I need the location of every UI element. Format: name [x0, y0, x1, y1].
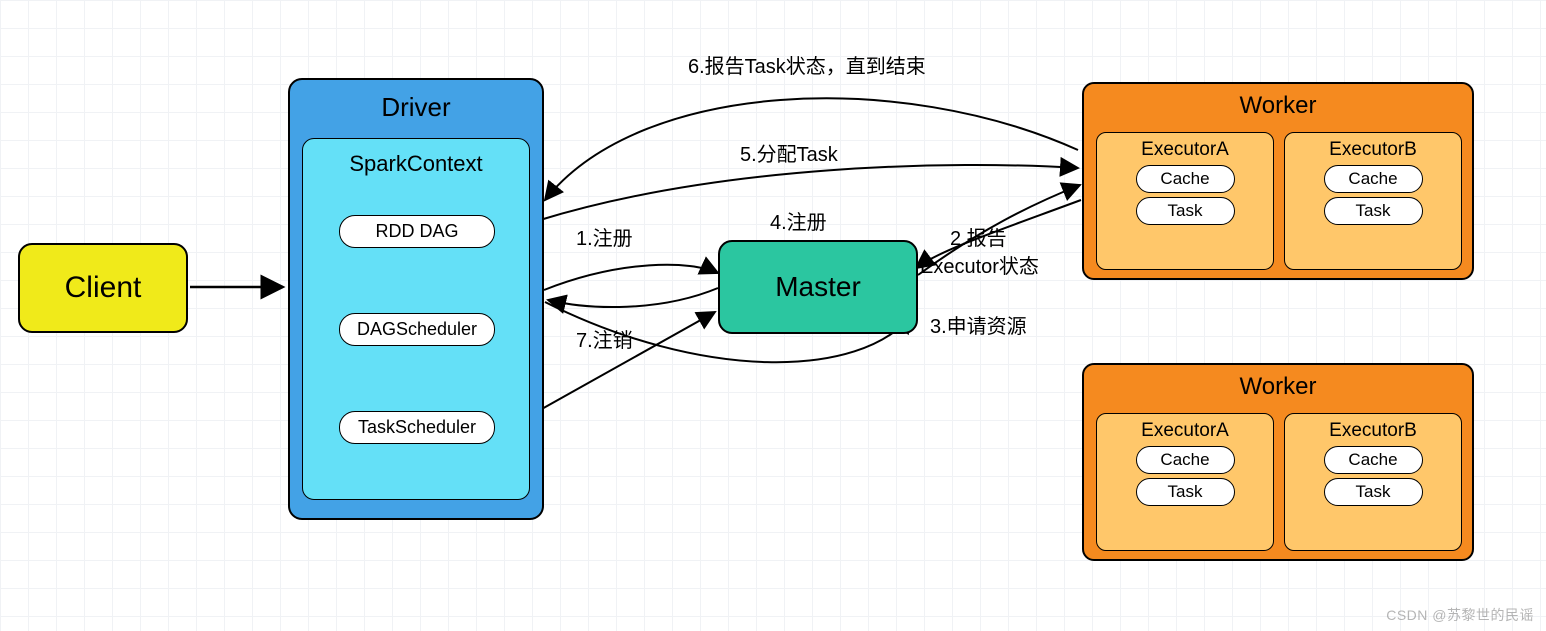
worker1-execA-cache: Cache	[1136, 165, 1235, 193]
arrow-1-register-back	[548, 288, 718, 307]
sparkcontext-box: SparkContext RDD DAG DAGScheduler TaskSc…	[302, 138, 530, 500]
edge7-label: 7.注销	[576, 324, 633, 353]
driver-title: Driver	[290, 92, 542, 123]
master-box: Master	[718, 240, 918, 334]
worker2-execB-cache: Cache	[1324, 446, 1423, 474]
edge3-label: 3.申请资源	[930, 310, 1027, 339]
client-label: Client	[65, 271, 142, 305]
driver-box: Driver SparkContext RDD DAG DAGScheduler…	[288, 78, 544, 520]
worker1-box: Worker ExecutorA Cache Task ExecutorB Ca…	[1082, 82, 1474, 280]
client-box: Client	[18, 243, 188, 333]
arrow-1-register	[544, 265, 718, 290]
edge2b-label: Executor状态	[920, 250, 1039, 279]
taskscheduler-pill: TaskScheduler	[339, 411, 495, 444]
worker2-title: Worker	[1084, 373, 1472, 401]
worker1-execA-task: Task	[1136, 197, 1235, 225]
worker2-execB: ExecutorB Cache Task	[1284, 413, 1462, 551]
worker2-execB-title: ExecutorB	[1285, 420, 1461, 442]
master-label: Master	[775, 271, 861, 303]
rdddag-pill: RDD DAG	[339, 215, 495, 248]
watermark: CSDN @苏黎世的民谣	[1386, 605, 1534, 625]
worker1-title: Worker	[1084, 92, 1472, 120]
dagscheduler-pill: DAGScheduler	[339, 313, 495, 346]
worker1-execA-title: ExecutorA	[1097, 139, 1273, 161]
worker1-execB: ExecutorB Cache Task	[1284, 132, 1462, 270]
worker2-execB-task: Task	[1324, 478, 1423, 506]
edge1-label: 1.注册	[576, 222, 633, 251]
worker1-execA: ExecutorA Cache Task	[1096, 132, 1274, 270]
edge4-label: 4.注册	[770, 206, 827, 235]
worker2-box: Worker ExecutorA Cache Task ExecutorB Ca…	[1082, 363, 1474, 561]
worker1-execB-task: Task	[1324, 197, 1423, 225]
worker2-execA-cache: Cache	[1136, 446, 1235, 474]
edge2a-label: 2.报告	[950, 222, 1007, 251]
worker2-execA-task: Task	[1136, 478, 1235, 506]
worker1-execB-title: ExecutorB	[1285, 139, 1461, 161]
edge5-label: 5.分配Task	[740, 138, 838, 167]
edge6-label: 6.报告Task状态，直到结束	[688, 50, 926, 79]
worker2-execA: ExecutorA Cache Task	[1096, 413, 1274, 551]
sparkcontext-title: SparkContext	[303, 151, 529, 177]
worker1-execB-cache: Cache	[1324, 165, 1423, 193]
worker2-execA-title: ExecutorA	[1097, 420, 1273, 442]
